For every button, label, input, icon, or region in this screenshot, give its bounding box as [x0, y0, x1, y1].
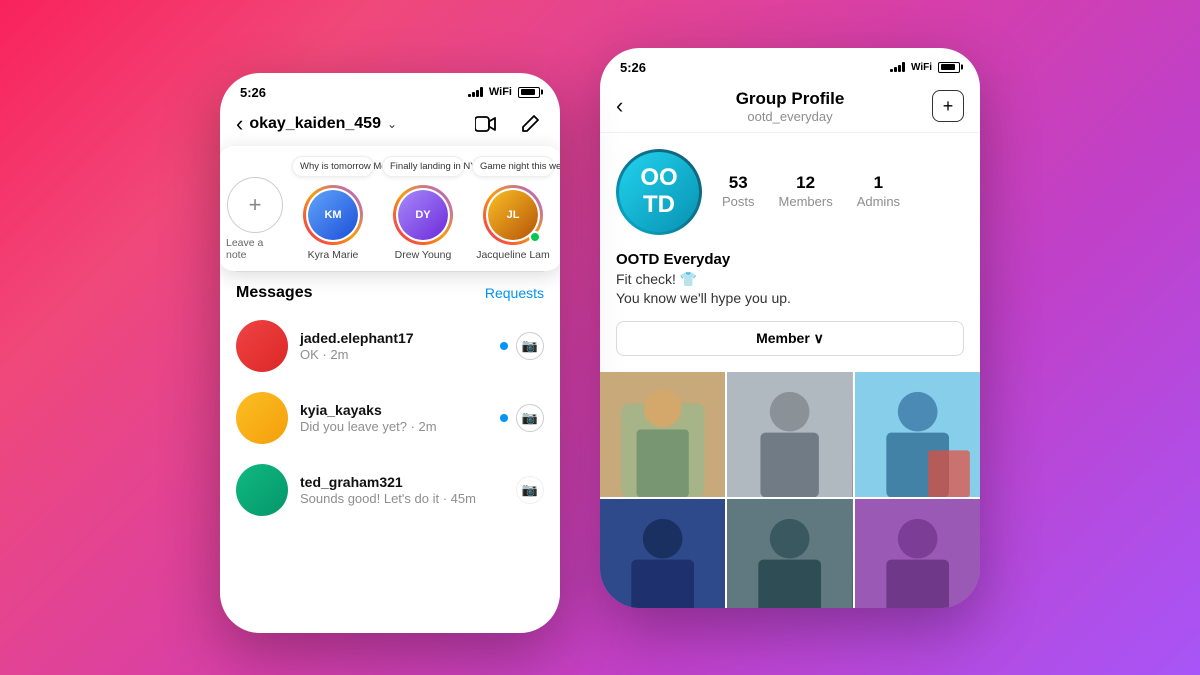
left-status-bar: 5:26 WiFi [220, 73, 560, 106]
leave-note-label: Leave a note [226, 237, 284, 261]
message-content-2: kyia_kayaks Did you leave yet? · 2m [300, 402, 488, 434]
chevron-down-icon[interactable]: ⌄ [387, 117, 397, 131]
plus-icon: + [249, 192, 262, 218]
group-info-section: OOTD 53 Posts 12 Members 1 Admins [600, 133, 980, 251]
drew-bubble: Finally landing in NYC! ❤️ [382, 156, 464, 177]
right-signal-icon [890, 62, 905, 72]
edit-button[interactable] [516, 110, 544, 138]
header-action-icons [472, 110, 544, 138]
group-profile-title: Group Profile [736, 89, 845, 109]
bio-line1: Fit check! 👕 [616, 271, 697, 287]
jacq-bubble: Game night this weekend? 🎱 [472, 156, 554, 177]
photo-3[interactable] [855, 372, 980, 497]
photo-2[interactable] [727, 372, 852, 497]
username-kyia: kyia_kayaks [300, 402, 488, 418]
left-phone: 5:26 WiFi ‹ okay_kaiden_459 ⌄ [220, 73, 560, 633]
unread-indicator-1 [500, 342, 508, 350]
admins-count: 1 [857, 173, 900, 193]
stat-members: 12 Members [779, 173, 833, 211]
avatar-kyia [236, 392, 288, 444]
group-profile-subtitle: ootd_everyday [736, 109, 845, 124]
message-list: jaded.elephant17 OK · 2m 📷 kyia_kayaks D… [220, 310, 560, 526]
wifi-icon: WiFi [489, 86, 512, 98]
camera-icon-3[interactable]: 📷 [516, 476, 544, 504]
right-time: 5:26 [620, 60, 646, 75]
plus-icon: + [943, 96, 954, 117]
bio-line2: You know we'll hype you up. [616, 290, 791, 306]
group-profile-header: ‹ Group Profile ootd_everyday + [600, 81, 980, 133]
username-ted: ted_graham321 [300, 474, 504, 490]
group-avatar-text: OOTD [619, 152, 699, 232]
preview-jaded: OK · 2m [300, 347, 488, 362]
member-button[interactable]: Member ∨ [616, 321, 964, 356]
jacq-label: Jacqueline Lam [476, 249, 550, 261]
group-name: OOTD Everyday [600, 251, 980, 270]
story-jacq[interactable]: Game night this weekend? 🎱 JL Jacqueline… [472, 156, 554, 261]
story-self[interactable]: + Leave a note [226, 177, 284, 261]
requests-link[interactable]: Requests [485, 285, 544, 301]
message-actions-3: 📷 [516, 476, 544, 504]
left-time: 5:26 [240, 85, 266, 100]
preview-ted: Sounds good! Let's do it · 45m [300, 491, 504, 506]
photo-5[interactable] [727, 499, 852, 607]
camera-icon-1[interactable]: 📷 [516, 332, 544, 360]
story-kyra[interactable]: Why is tomorrow Monday!? 😩 KM Kyra Marie [292, 156, 374, 261]
members-label: Members [779, 194, 833, 209]
back-icon[interactable]: ‹ [236, 111, 243, 137]
video-call-button[interactable] [472, 110, 500, 138]
kyra-label: Kyra Marie [308, 249, 359, 261]
right-phone: 5:26 WiFi ‹ Group Profile ootd_everyday … [600, 48, 980, 608]
right-wifi-icon: WiFi [911, 62, 932, 73]
messages-header: Messages Requests [220, 272, 560, 310]
member-button-label: Member ∨ [756, 330, 824, 347]
stat-posts: 53 Posts [722, 173, 755, 211]
message-item-2[interactable]: kyia_kayaks Did you leave yet? · 2m 📷 [220, 382, 560, 454]
right-status-bar: 5:26 WiFi [600, 48, 980, 81]
group-stats: 53 Posts 12 Members 1 Admins [722, 173, 900, 211]
photo-4[interactable] [600, 499, 725, 607]
header-back-title[interactable]: ‹ okay_kaiden_459 ⌄ [236, 111, 397, 137]
story-drew[interactable]: Finally landing in NYC! ❤️ DY Drew Young [382, 156, 464, 261]
message-actions-2: 📷 [500, 404, 544, 432]
right-status-icons: WiFi [890, 62, 960, 73]
photo-grid [600, 372, 980, 608]
photo-1[interactable] [600, 372, 725, 497]
group-bio: Fit check! 👕 You know we'll hype you up. [600, 270, 980, 321]
group-back-button[interactable]: ‹ [616, 93, 648, 119]
posts-label: Posts [722, 194, 755, 209]
message-actions-1: 📷 [500, 332, 544, 360]
group-header-center: Group Profile ootd_everyday [736, 89, 845, 124]
header-username[interactable]: okay_kaiden_459 [249, 115, 381, 133]
admins-label: Admins [857, 194, 900, 209]
message-item-3[interactable]: ted_graham321 Sounds good! Let's do it ·… [220, 454, 560, 526]
group-avatar: OOTD [616, 149, 702, 235]
message-item-1[interactable]: jaded.elephant17 OK · 2m 📷 [220, 310, 560, 382]
avatar-jaded [236, 320, 288, 372]
username-jaded: jaded.elephant17 [300, 330, 488, 346]
avatar-ted [236, 464, 288, 516]
left-status-icons: WiFi [468, 86, 540, 98]
add-story-button[interactable]: + [227, 177, 283, 233]
right-battery-icon [938, 62, 960, 73]
kyra-bubble: Why is tomorrow Monday!? 😩 [292, 156, 374, 177]
left-header: ‹ okay_kaiden_459 ⌄ [220, 106, 560, 146]
messages-title: Messages [236, 284, 313, 302]
unread-indicator-2 [500, 414, 508, 422]
posts-count: 53 [722, 173, 755, 193]
battery-icon [518, 87, 540, 98]
drew-label: Drew Young [395, 249, 452, 261]
stat-admins: 1 Admins [857, 173, 900, 211]
preview-kyia: Did you leave yet? · 2m [300, 419, 488, 434]
add-to-group-button[interactable]: + [932, 90, 964, 122]
members-count: 12 [779, 173, 833, 193]
message-content-3: ted_graham321 Sounds good! Let's do it ·… [300, 474, 504, 506]
message-content-1: jaded.elephant17 OK · 2m [300, 330, 488, 362]
photo-6[interactable] [855, 499, 980, 607]
camera-icon-2[interactable]: 📷 [516, 404, 544, 432]
signal-icon [468, 87, 483, 97]
